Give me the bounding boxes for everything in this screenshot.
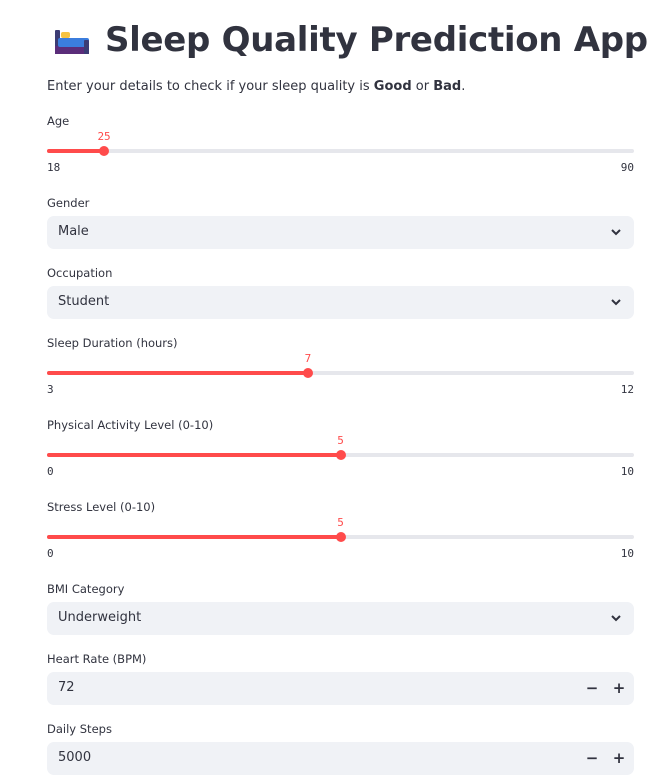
subtitle-bad: Bad [433, 79, 462, 94]
sleep-duration-label: Sleep Duration (hours) [47, 336, 178, 350]
slider-thumb[interactable] [335, 450, 346, 460]
age-label: Age [47, 114, 70, 128]
gender-label: Gender [47, 196, 90, 210]
bmi-label: BMI Category [47, 582, 125, 596]
slider-max: 90 [620, 161, 634, 174]
chevron-down-icon [611, 229, 621, 236]
slider-value: 5 [337, 516, 344, 529]
page-subtitle: Enter your details to check if your slee… [47, 79, 465, 94]
increment-button[interactable]: + [606, 742, 632, 775]
daily-steps-value[interactable]: 5000 [58, 750, 91, 765]
page-header: Sleep Quality Prediction App [52, 20, 648, 60]
slider-value: 5 [337, 434, 344, 447]
slider-min: 0 [47, 465, 54, 478]
page-title: Sleep Quality Prediction App [105, 20, 648, 60]
subtitle-suffix: . [461, 79, 466, 94]
slider-max: 10 [620, 547, 634, 560]
decrement-button[interactable]: − [579, 742, 605, 775]
heart-rate-input[interactable]: 72 − + [47, 672, 634, 705]
slider-fill [47, 453, 341, 457]
slider-max: 12 [620, 383, 634, 396]
physical-activity-label: Physical Activity Level (0-10) [47, 418, 214, 432]
physical-activity-slider[interactable]: 5 0 10 [47, 434, 634, 478]
sleep-duration-slider[interactable]: 7 3 12 [47, 352, 634, 396]
subtitle-middle: or [411, 79, 434, 94]
chevron-down-icon [611, 299, 621, 306]
daily-steps-label: Daily Steps [47, 722, 112, 736]
slider-value: 25 [97, 130, 111, 143]
slider-min: 0 [47, 547, 54, 560]
stress-slider[interactable]: 5 0 10 [47, 516, 634, 560]
heart-rate-label: Heart Rate (BPM) [47, 652, 147, 666]
bmi-value: Underweight [58, 610, 142, 625]
stress-label: Stress Level (0-10) [47, 500, 156, 514]
slider-track[interactable] [47, 149, 634, 153]
bmi-select[interactable]: Underweight [47, 602, 634, 635]
slider-fill [47, 535, 341, 539]
occupation-select[interactable]: Student [47, 286, 634, 319]
slider-thumb[interactable] [302, 368, 313, 378]
slider-min: 18 [47, 161, 61, 174]
slider-thumb[interactable] [335, 532, 346, 542]
chevron-down-icon [611, 615, 621, 622]
gender-value: Male [58, 224, 89, 239]
gender-select[interactable]: Male [47, 216, 634, 249]
slider-value: 7 [304, 352, 312, 365]
slider-min: 3 [47, 383, 54, 396]
occupation-value: Student [58, 294, 110, 309]
increment-button[interactable]: + [606, 672, 632, 705]
slider-thumb[interactable] [99, 146, 110, 156]
slider-max: 10 [620, 465, 634, 478]
subtitle-good: Good [373, 79, 412, 94]
heart-rate-value[interactable]: 72 [58, 680, 75, 695]
occupation-label: Occupation [47, 266, 113, 280]
decrement-button[interactable]: − [579, 672, 605, 705]
slider-fill [47, 371, 308, 375]
daily-steps-input[interactable]: 5000 − + [47, 742, 634, 775]
subtitle-prefix: Enter your details to check if your slee… [47, 79, 374, 94]
age-slider[interactable]: 25 18 90 [47, 130, 634, 174]
slider-fill [47, 149, 105, 153]
bed-icon [52, 20, 92, 60]
